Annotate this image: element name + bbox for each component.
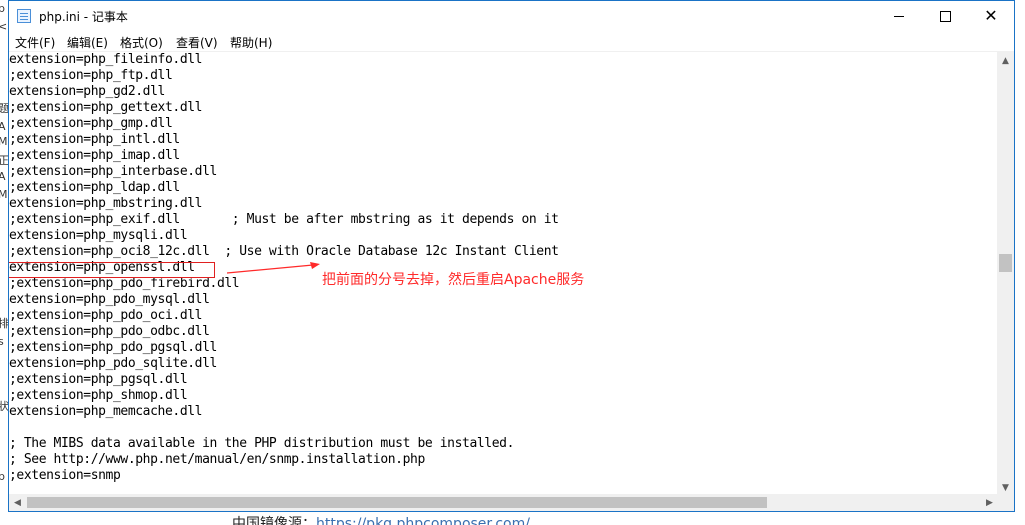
editor-line[interactable]: ;extension=php_shmop.dll <box>9 388 188 404</box>
horizontal-scrollbar[interactable]: ◀ ▶ <box>9 494 998 511</box>
scroll-up-arrow-icon[interactable]: ▲ <box>997 52 1014 69</box>
menu-view[interactable]: 查看(V) <box>176 34 218 51</box>
editor-line[interactable]: ;extension=php_pgsql.dll <box>9 372 188 388</box>
editor-line[interactable]: ;extension=php_pdo_odbc.dll <box>9 324 210 340</box>
menu-bar: 文件(F) 编辑(E) 格式(O) 查看(V) 帮助(H) <box>9 31 1014 52</box>
editor-line[interactable]: ;extension=php_interbase.dll <box>9 164 217 180</box>
notepad-window: php.ini - 记事本 ✕ 文件(F) 编辑(E) 格式(O) 查看(V) … <box>8 0 1015 512</box>
menu-edit[interactable]: 编辑(E) <box>67 34 108 51</box>
maximize-button[interactable] <box>922 1 968 31</box>
scroll-left-arrow-icon[interactable]: ◀ <box>9 494 26 511</box>
editor-line[interactable]: ;extension=php_gmp.dll <box>9 116 173 132</box>
editor-line[interactable]: ;extension=php_gettext.dll <box>9 100 202 116</box>
annotation-text: 把前面的分号去掉，然后重启Apache服务 <box>322 272 585 288</box>
editor-line[interactable]: ;extension=php_intl.dll <box>9 132 180 148</box>
editor-line[interactable]: extension=php_memcache.dll <box>9 404 202 420</box>
menu-help[interactable]: 帮助(H) <box>230 34 272 51</box>
maximize-icon <box>939 10 951 22</box>
notepad-icon <box>17 9 31 23</box>
editor-line[interactable]: ;extension=php_ftp.dll <box>9 68 173 84</box>
vertical-scrollbar[interactable]: ▲ ▼ <box>997 52 1014 496</box>
editor-line[interactable]: ;extension=php_exif.dll ; Must be after … <box>9 212 559 228</box>
minimize-icon <box>894 15 904 17</box>
editor-line[interactable]: ;extension=php_pdo_oci.dll <box>9 308 202 324</box>
scroll-right-arrow-icon[interactable]: ▶ <box>981 494 998 511</box>
window-title: php.ini - 记事本 <box>39 10 128 24</box>
close-icon: ✕ <box>984 6 998 25</box>
editor-line[interactable]: extension=php_pdo_sqlite.dll <box>9 356 217 372</box>
editor-line[interactable]: ;extension=snmp <box>9 468 121 484</box>
minimize-button[interactable] <box>876 1 922 31</box>
background-page: 中国镜像源：https://pkg.phpcomposer.com/ <box>0 512 1025 525</box>
vertical-scroll-thumb[interactable] <box>999 254 1012 272</box>
editor-line[interactable]: ;extension=php_oci8_12c.dll ; Use with O… <box>9 244 559 260</box>
title-bar[interactable]: php.ini - 记事本 ✕ <box>9 1 1014 31</box>
background-text: 中国镜像源：https://pkg.phpcomposer.com/ <box>232 513 530 525</box>
text-editor[interactable]: ;extension=snmp; See http://www.php.net/… <box>9 52 998 496</box>
annotation-arrow <box>226 262 320 274</box>
editor-line[interactable]: extension=php_mbstring.dll <box>9 196 202 212</box>
editor-line[interactable]: extension=php_pdo_mysql.dll <box>9 292 210 308</box>
editor-line[interactable]: extension=php_mysqli.dll <box>9 228 188 244</box>
editor-line[interactable]: ;extension=php_pdo_firebird.dll <box>9 276 240 292</box>
highlight-box <box>9 262 215 278</box>
editor-line[interactable]: ;extension=php_ldap.dll <box>9 180 180 196</box>
editor-line[interactable]: ; See http://www.php.net/manual/en/snmp.… <box>9 452 425 468</box>
editor-line[interactable]: ; The MIBS data available in the PHP dis… <box>9 436 514 452</box>
scrollbar-corner <box>997 494 1014 511</box>
background-link[interactable]: https://pkg.phpcomposer.com/ <box>316 516 530 525</box>
horizontal-scroll-thumb[interactable] <box>27 497 767 508</box>
menu-file[interactable]: 文件(F) <box>15 34 55 51</box>
editor-line[interactable]: ;extension=php_pdo_pgsql.dll <box>9 340 217 356</box>
close-button[interactable]: ✕ <box>968 1 1014 31</box>
editor-line[interactable]: ;extension=php_imap.dll <box>9 148 180 164</box>
editor-line[interactable]: extension=php_fileinfo.dll <box>9 52 202 68</box>
menu-format[interactable]: 格式(O) <box>120 34 163 51</box>
editor-line[interactable]: extension=php_gd2.dll <box>9 84 165 100</box>
